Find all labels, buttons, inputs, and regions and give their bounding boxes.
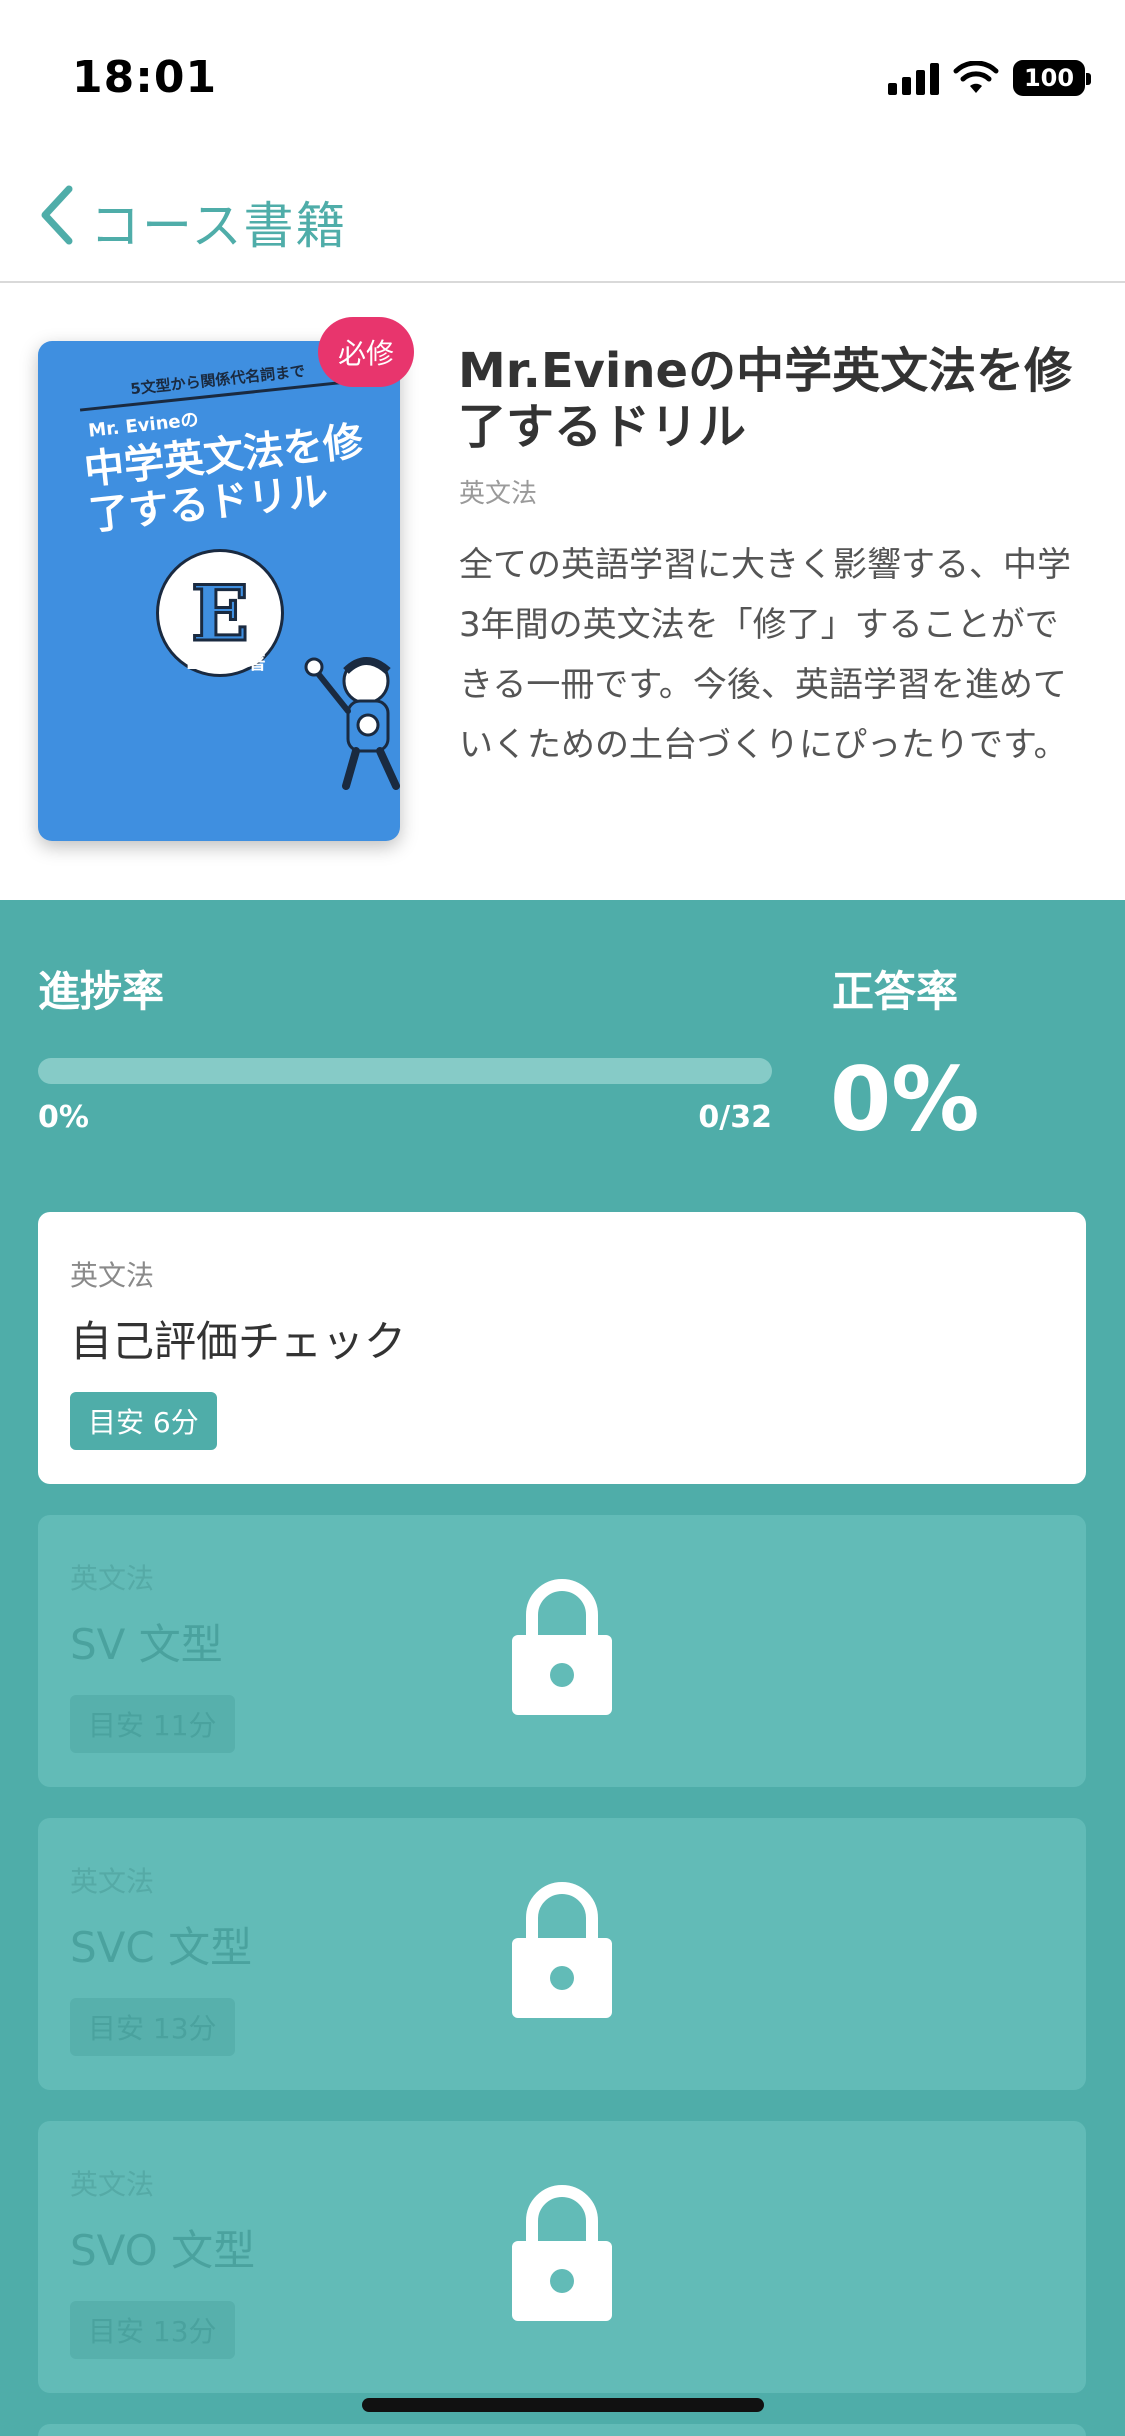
- nav-title: コース書籍: [90, 197, 348, 255]
- cellular-signal-icon: [888, 61, 939, 95]
- chevron-left-icon: [41, 185, 73, 245]
- status-icons: 100: [888, 60, 1091, 96]
- progress-label: 進捗率: [38, 967, 165, 1016]
- cover-author: Evine 著: [186, 653, 266, 674]
- lesson-name: SVO 文型: [70, 2226, 256, 2275]
- battery-icon: 100: [1013, 60, 1091, 96]
- mascot-illustration: [304, 657, 400, 790]
- book-info-section: 5文型から関係代名詞まで Mr. Evineの 中学英文法を修了するドリル E …: [0, 283, 1125, 900]
- book-cover-image: 5文型から関係代名詞まで Mr. Evineの 中学英文法を修了するドリル E …: [38, 341, 400, 841]
- progress-percent: 0%: [38, 1100, 89, 1135]
- lesson-category: 英文法: [70, 2168, 155, 2201]
- lesson-time-badge: 目安 13分: [70, 2301, 235, 2359]
- lesson-name: 自己評価チェック: [70, 1317, 407, 1366]
- status-bar: 18:01 100: [0, 0, 1125, 150]
- lesson-card-locked[interactable]: 英文法 SVC 文型 目安 13分: [38, 1818, 1086, 2090]
- lock-icon: [512, 1579, 612, 1715]
- lesson-category: 英文法: [70, 1562, 155, 1595]
- book-description: 全ての英語学習に大きく影響する、中学3年間の英文法を「修了」することができる一冊…: [459, 545, 1071, 765]
- accuracy-value: 0%: [830, 1048, 980, 1151]
- lesson-category: 英文法: [70, 1865, 155, 1898]
- battery-level: 100: [1023, 64, 1075, 92]
- book-category: 英文法: [459, 479, 538, 509]
- book-title: Mr.Evineの中学英文法を修了するドリル: [458, 343, 1073, 455]
- home-indicator: [362, 2398, 764, 2412]
- accuracy-label: 正答率: [832, 967, 959, 1016]
- cover-subtitle: 5文型から関係代名詞まで: [77, 354, 359, 412]
- lock-icon: [512, 2185, 612, 2321]
- lesson-time-badge: 目安 13分: [70, 1998, 235, 2056]
- lesson-card-locked[interactable]: 英文法 SV 文型 目安 11分: [38, 1515, 1086, 1787]
- navigation-bar: コース書籍: [0, 150, 1125, 283]
- lesson-time-badge: 目安 6分: [70, 1392, 217, 1450]
- lesson-name: SV 文型: [70, 1620, 223, 1669]
- cover-logo-letter: E: [190, 567, 251, 659]
- lock-icon: [512, 1882, 612, 2018]
- lesson-card-locked[interactable]: 英文法 SVO 文型 目安 13分: [38, 2121, 1086, 2393]
- lesson-card-partial: [38, 2424, 1086, 2436]
- progress-bar: [38, 1058, 772, 1084]
- progress-count: 0/32: [698, 1100, 772, 1135]
- status-time: 18:01: [72, 52, 218, 103]
- lesson-name: SVC 文型: [70, 1923, 253, 1972]
- wifi-icon: [953, 61, 999, 93]
- required-badge: 必修: [318, 317, 414, 387]
- lesson-category: 英文法: [70, 1259, 155, 1292]
- lesson-time-badge: 目安 11分: [70, 1695, 235, 1753]
- lesson-card[interactable]: 英文法 自己評価チェック 目安 6分: [38, 1212, 1086, 1484]
- back-button[interactable]: [22, 180, 92, 250]
